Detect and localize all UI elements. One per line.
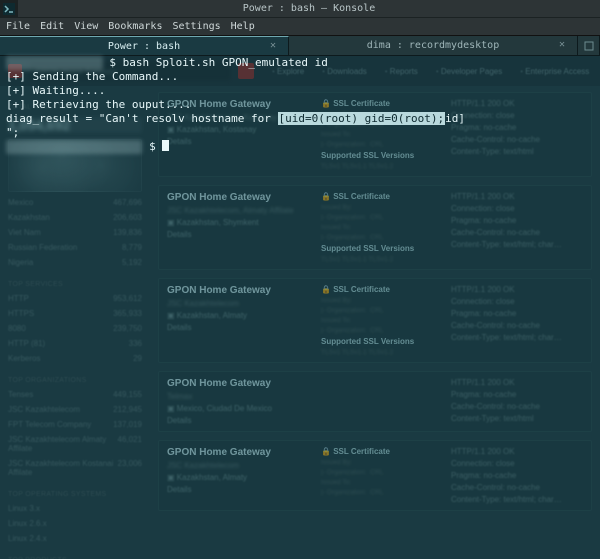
tab-bar: Power : bash ✕ dima : recordmydesktop ✕ bbox=[0, 36, 600, 56]
close-icon[interactable]: ✕ bbox=[270, 40, 282, 51]
highlighted-text: [uid=0(root) gid=0(root); bbox=[278, 112, 446, 125]
term-prompt: $ bbox=[149, 140, 162, 153]
tab-label: Power : bash bbox=[108, 41, 180, 52]
prompt-hostname-blur: xxxxxxxxxxxxxx bbox=[6, 56, 103, 70]
close-icon[interactable]: ✕ bbox=[559, 39, 571, 50]
window-titlebar: Power : bash — Konsole bbox=[0, 0, 600, 18]
tab-label: dima : recordmydesktop bbox=[367, 40, 499, 51]
menu-bookmarks[interactable]: Bookmarks bbox=[108, 21, 162, 32]
window-title: Power : bash — Konsole bbox=[18, 3, 600, 14]
tab-bash[interactable]: Power : bash ✕ bbox=[0, 36, 289, 55]
menu-help[interactable]: Help bbox=[231, 21, 255, 32]
term-line: [+] Sending the Command... bbox=[6, 70, 178, 83]
term-line: $ bash Sploit.sh GPON_emulated id bbox=[109, 56, 328, 69]
terminal-output[interactable]: xxxxxxxxxxxxxx $ bash Sploit.sh GPON_emu… bbox=[0, 56, 600, 559]
term-line: [+] Waiting.... bbox=[6, 84, 105, 97]
menu-edit[interactable]: Edit bbox=[40, 21, 64, 32]
cursor-icon bbox=[162, 140, 169, 151]
menubar: File Edit View Bookmarks Settings Help bbox=[0, 18, 600, 36]
menu-view[interactable]: View bbox=[74, 21, 98, 32]
term-line: diag_result = "Can't resolv hostname for bbox=[6, 112, 278, 125]
term-line: id] bbox=[445, 112, 465, 125]
term-line: [+] Retrieving the ouput.... bbox=[6, 98, 191, 111]
menu-file[interactable]: File bbox=[6, 21, 30, 32]
app-icon bbox=[0, 0, 18, 18]
tab-recordmydesktop[interactable]: dima : recordmydesktop ✕ bbox=[289, 36, 578, 55]
term-line: "; bbox=[6, 126, 19, 139]
menu-settings[interactable]: Settings bbox=[172, 21, 220, 32]
new-tab-button[interactable] bbox=[578, 36, 600, 55]
plus-icon bbox=[584, 41, 594, 51]
prompt-hostname-blur: xxxxxxxxxxxxxxxxxxxx bbox=[6, 140, 142, 154]
